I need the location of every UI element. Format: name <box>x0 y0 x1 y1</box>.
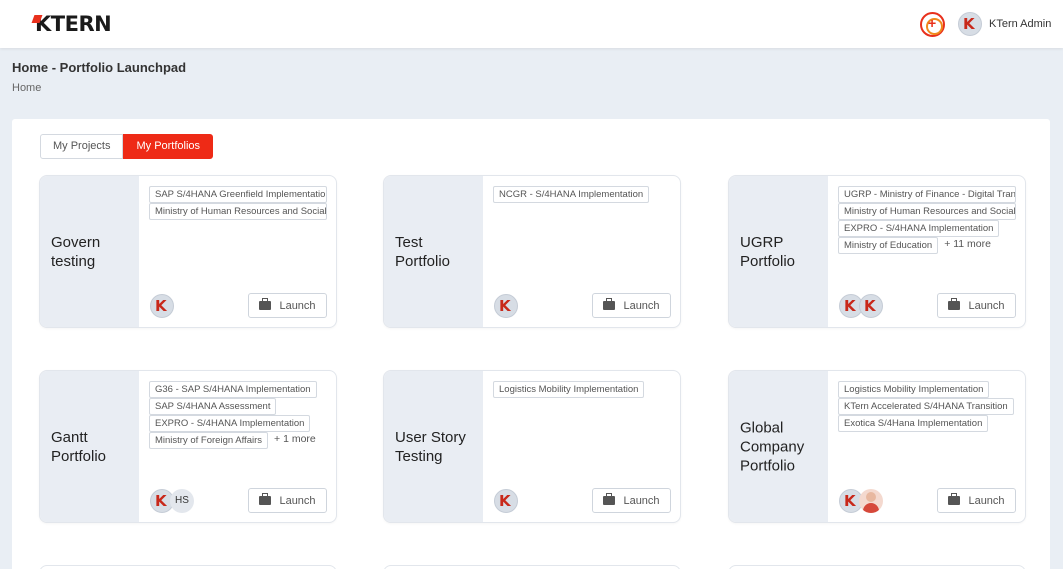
member-avatar: HS <box>170 489 194 513</box>
user-avatar[interactable] <box>958 12 982 36</box>
project-tag: NCGR - S/4HANA Implementation <box>493 186 650 203</box>
launch-label: Launch <box>623 494 660 507</box>
card-stub <box>728 565 1026 569</box>
launch-button[interactable]: Launch <box>592 293 671 318</box>
member-avatars <box>494 489 518 513</box>
project-tags: Logistics Mobility Implementation KTern A… <box>838 381 1018 432</box>
member-avatars: HS <box>150 489 194 513</box>
project-tag: Ministry of Education <box>838 237 939 254</box>
member-avatars <box>839 489 883 513</box>
portfolio-card[interactable]: User Story Testing Logistics Mobility Imp… <box>383 370 681 523</box>
project-tags: G36 - SAP S/4HANA Implementation SAP S/4H… <box>149 381 329 449</box>
launch-button[interactable]: Launch <box>937 293 1016 318</box>
project-tags: SAP S/4HANA Greenfield Implementation Min… <box>149 186 329 220</box>
portfolio-card[interactable]: Gantt Portfolio G36 - SAP S/4HANA Impleme… <box>39 370 337 523</box>
member-avatar <box>859 294 883 318</box>
launch-label: Launch <box>279 494 316 507</box>
page-title: Home - Portfolio Launchpad <box>12 60 187 75</box>
project-tag: Ministry of Foreign Affairs <box>149 432 269 449</box>
card-stub <box>383 565 681 569</box>
project-tag: G36 - SAP S/4HANA Implementation <box>149 381 317 398</box>
card-stub <box>39 565 337 569</box>
project-tag: SAP S/4HANA Greenfield Implementation <box>149 186 327 203</box>
portfolio-card[interactable]: Global Company Portfolio Logistics Mobili… <box>728 370 1026 523</box>
portfolio-card[interactable]: UGRP Portfolio UGRP - Ministry of Finance… <box>728 175 1026 328</box>
project-tag: UGRP - Ministry of Finance - Digital Tra… <box>838 186 1016 203</box>
launch-label: Launch <box>968 494 1005 507</box>
member-avatars <box>494 294 518 318</box>
card-title-panel: Gantt Portfolio <box>40 371 139 522</box>
portfolio-card[interactable]: Govern testing SAP S/4HANA Greenfield Imp… <box>39 175 337 328</box>
briefcase-icon <box>948 298 961 310</box>
user-name[interactable]: KTern Admin <box>989 18 1051 30</box>
top-bar: KTERN KTern Admin <box>0 0 1063 48</box>
project-tag: EXPRO - S/4HANA Implementation <box>149 415 311 432</box>
launch-button[interactable]: Launch <box>592 488 671 513</box>
portfolio-title: Govern testing <box>51 233 101 270</box>
project-tags: Logistics Mobility Implementation <box>493 381 673 398</box>
portfolio-title: User Story Testing <box>395 428 466 465</box>
portfolio-title: UGRP Portfolio <box>740 233 796 270</box>
project-tag: Ministry of Human Resources and Social D… <box>838 203 1016 220</box>
card-title-panel: Govern testing <box>40 176 139 327</box>
tab-my-portfolios[interactable]: My Portfolios <box>123 134 214 159</box>
briefcase-icon <box>948 493 961 505</box>
view-toggle: My Projects My Portfolios <box>40 134 214 159</box>
card-title-panel: User Story Testing <box>384 371 483 522</box>
launch-label: Launch <box>279 299 316 312</box>
project-tag: KTern Accelerated S/4HANA Transition <box>838 398 1014 415</box>
project-tag: EXPRO - S/4HANA Implementation <box>838 220 1000 237</box>
portfolio-title: Gantt Portfolio <box>51 428 107 465</box>
launch-button[interactable]: Launch <box>248 293 327 318</box>
member-avatars <box>150 294 174 318</box>
launch-button[interactable]: Launch <box>937 488 1016 513</box>
more-projects-link[interactable]: + 11 more <box>944 237 991 252</box>
launch-button[interactable]: Launch <box>248 488 327 513</box>
launch-label: Launch <box>623 299 660 312</box>
briefcase-icon <box>603 298 616 310</box>
member-avatar <box>494 294 518 318</box>
portfolio-title: Global Company Portfolio <box>740 419 805 474</box>
ktern-logo[interactable]: KTERN <box>35 12 112 36</box>
project-tag: Exotica S/4Hana Implementation <box>838 415 989 432</box>
help-icon[interactable] <box>920 12 945 37</box>
member-avatars <box>839 294 883 318</box>
card-title-panel: UGRP Portfolio <box>729 176 828 327</box>
card-title-panel: Test Portfolio <box>384 176 483 327</box>
tab-my-projects[interactable]: My Projects <box>40 134 124 159</box>
portfolio-title: Test Portfolio <box>395 233 451 270</box>
member-avatar <box>859 489 883 513</box>
member-avatar <box>494 489 518 513</box>
briefcase-icon <box>259 493 272 505</box>
project-tags: UGRP - Ministry of Finance - Digital Tra… <box>838 186 1018 254</box>
more-projects-link[interactable]: + 1 more <box>274 432 316 447</box>
card-title-panel: Global Company Portfolio <box>729 371 828 522</box>
project-tag: Logistics Mobility Implementation <box>493 381 645 398</box>
project-tag: Ministry of Human Resources and Social D… <box>149 203 327 220</box>
portfolio-card[interactable]: Test Portfolio NCGR - S/4HANA Implementat… <box>383 175 681 328</box>
launch-label: Launch <box>968 299 1005 312</box>
breadcrumb[interactable]: Home <box>12 82 41 94</box>
member-avatar <box>150 294 174 318</box>
briefcase-icon <box>259 298 272 310</box>
project-tags: NCGR - S/4HANA Implementation <box>493 186 673 203</box>
project-tag: Logistics Mobility Implementation <box>838 381 990 398</box>
project-tag: SAP S/4HANA Assessment <box>149 398 277 415</box>
briefcase-icon <box>603 493 616 505</box>
